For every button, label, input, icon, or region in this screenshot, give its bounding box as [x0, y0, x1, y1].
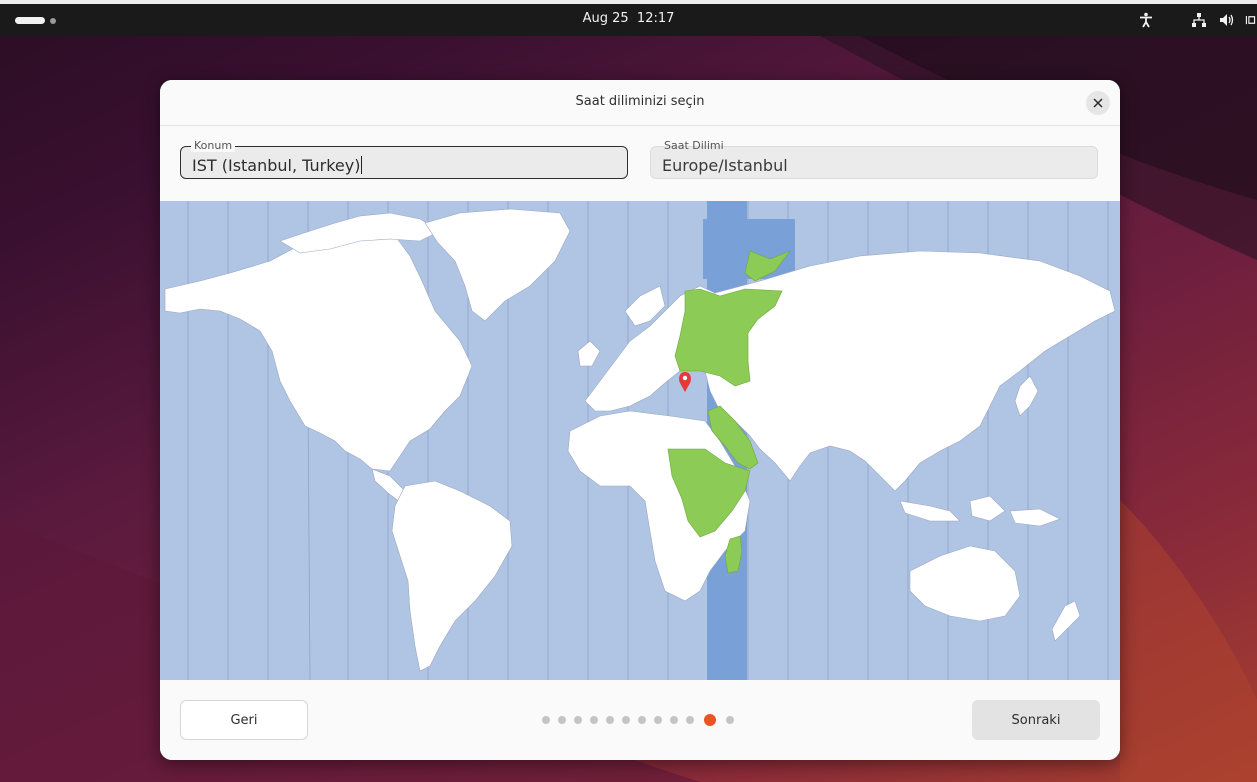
step-dot — [670, 716, 678, 724]
world-timezone-map[interactable] — [160, 201, 1120, 680]
timezone-field: Saat Dilimi Europe/Istanbul — [650, 140, 1098, 179]
location-input[interactable]: Konum IST (Istanbul, Turkey) — [180, 140, 628, 179]
step-dot — [726, 716, 734, 724]
date-label[interactable]: Aug 25 — [583, 11, 629, 26]
step-dot-active — [704, 714, 716, 726]
timezone-dialog: Saat diliminizi seçin Konum IST (Istanbu… — [160, 80, 1120, 760]
time-label[interactable]: 12:17 — [637, 11, 674, 26]
text-caret — [361, 156, 363, 174]
step-dot — [622, 716, 630, 724]
timezone-label: Saat Dilimi — [664, 139, 724, 152]
step-dot — [558, 716, 566, 724]
volume-icon[interactable] — [1218, 11, 1236, 29]
location-value: IST (Istanbul, Turkey) — [192, 156, 361, 175]
close-icon — [1093, 98, 1103, 108]
timezone-value: Europe/Istanbul — [662, 156, 788, 175]
dialog-title: Saat diliminizi seçin — [575, 94, 705, 109]
close-button[interactable] — [1086, 91, 1110, 115]
accessibility-icon[interactable] — [1137, 11, 1155, 29]
step-dot — [638, 716, 646, 724]
step-dot — [574, 716, 582, 724]
power-icon[interactable] — [1244, 11, 1257, 29]
dialog-header: Saat diliminizi seçin — [160, 80, 1120, 126]
step-dot — [606, 716, 614, 724]
progress-dots — [542, 714, 742, 726]
clock[interactable]: Aug 25 12:17 — [0, 11, 1257, 26]
location-pin-icon — [679, 372, 691, 392]
top-bar: Aug 25 12:17 — [0, 4, 1257, 36]
step-dot — [654, 716, 662, 724]
dialog-footer: Geri Sonraki — [160, 680, 1120, 760]
network-icon[interactable] — [1190, 11, 1208, 29]
step-dot — [686, 716, 694, 724]
map-graphic — [164, 201, 1116, 680]
step-dot — [590, 716, 598, 724]
step-dot — [542, 716, 550, 724]
back-button[interactable]: Geri — [180, 700, 308, 740]
land-masses — [164, 208, 1116, 672]
next-button[interactable]: Sonraki — [972, 700, 1100, 740]
location-label: Konum — [191, 140, 236, 152]
